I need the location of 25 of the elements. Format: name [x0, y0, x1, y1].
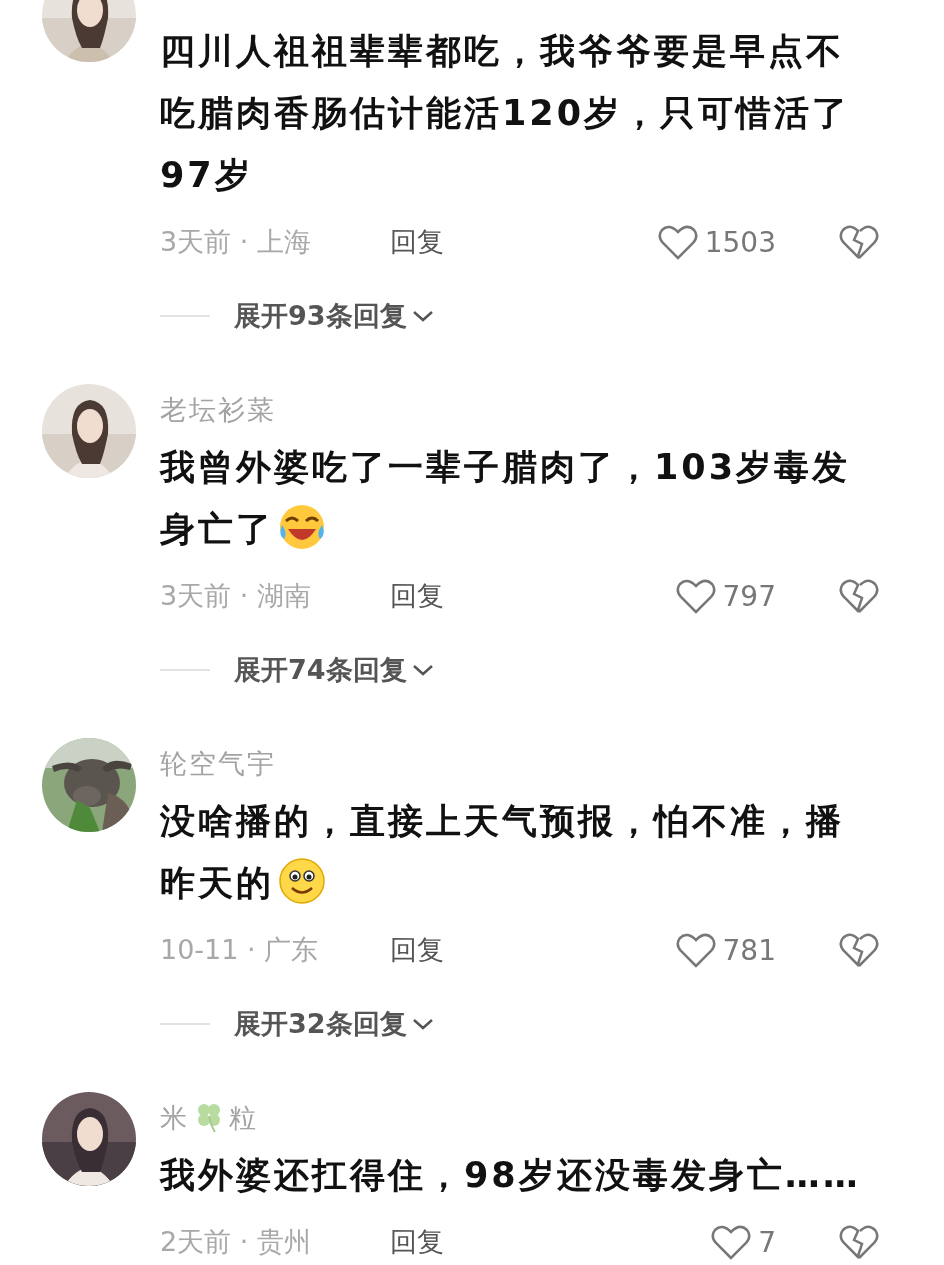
comment-text: 我曾外婆吃了一辈子腊肉了，103岁毒发身亡了	[160, 436, 880, 560]
like-count: 1503	[704, 225, 776, 259]
like-count: 7	[758, 1225, 776, 1259]
reply-link[interactable]: 回复	[390, 578, 444, 614]
username: 粒	[229, 1101, 258, 1135]
comment-time-location: 2天前 · 贵州	[160, 1225, 312, 1259]
reply-link[interactable]: 回复	[390, 224, 444, 260]
comment-text: 我外婆还扛得住，98岁还没毒发身亡……	[160, 1154, 862, 1197]
reply-link[interactable]: 回复	[390, 1224, 444, 1260]
like-count: 781	[722, 933, 776, 967]
comment-time-location: 3天前 · 湖南	[160, 579, 312, 613]
reply-link[interactable]: 回复	[390, 932, 444, 968]
comment-text: 没啥播的，直接上天气预报，怕不准，播昨天的	[160, 790, 880, 914]
username: 米	[160, 1101, 189, 1135]
comment-text: 四川人祖祖辈辈都吃，我爷爷要是早点不吃腊肉香肠估计能活120岁，只可惜活了97岁	[160, 30, 852, 197]
expand-replies-button[interactable]: 展开32条回复	[234, 1006, 435, 1042]
clover-icon	[195, 1102, 223, 1134]
comment-time-location: 10-11 · 广东	[160, 933, 320, 967]
comment-time-location: 3天前 · 上海	[160, 225, 312, 259]
smiley-emoji-icon	[276, 855, 328, 907]
username: 轮空气宇	[160, 747, 276, 781]
expand-replies-button[interactable]: 展开93条回复	[234, 298, 435, 334]
like-count: 797	[722, 579, 776, 613]
expand-replies-button[interactable]: 展开74条回复	[234, 652, 435, 688]
username: 老坛衫菜	[160, 393, 276, 427]
